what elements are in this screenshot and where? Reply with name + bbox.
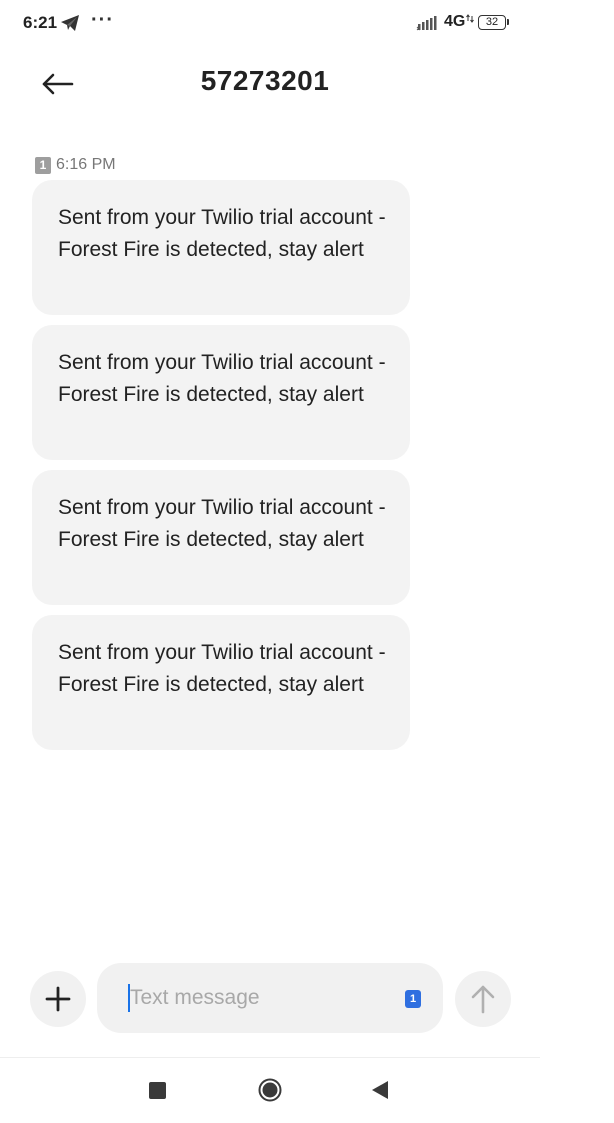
- signal-icon: [416, 16, 437, 31]
- navigation-bar: [0, 1058, 540, 1123]
- status-bar: 6:21 ··· 4G 32: [0, 0, 540, 48]
- message-bubble[interactable]: Sent from your Twilio trial account - Fo…: [32, 470, 410, 605]
- nav-back-icon[interactable]: [370, 1080, 390, 1100]
- conversation-header: 57273201: [0, 48, 540, 120]
- message-input[interactable]: [130, 981, 390, 1015]
- contact-title: 57273201: [200, 65, 330, 96]
- attach-button[interactable]: [30, 971, 86, 1027]
- message-field[interactable]: 1: [97, 963, 443, 1033]
- send-arrow-icon: [471, 985, 495, 1014]
- sim-badge: 1: [35, 156, 51, 174]
- plus-icon: [45, 986, 71, 1012]
- telegram-icon: [61, 15, 79, 31]
- recent-apps-icon[interactable]: [149, 1082, 166, 1099]
- data-activity-icon: [466, 14, 474, 23]
- compose-bar: 1: [0, 963, 540, 1035]
- message-bubble[interactable]: Sent from your Twilio trial account - Fo…: [32, 325, 410, 460]
- timestamp-text: 6:16 PM: [56, 156, 116, 173]
- status-time: 6:21: [23, 13, 58, 32]
- send-button[interactable]: [455, 971, 511, 1027]
- sim-select-button[interactable]: 1: [405, 990, 421, 1008]
- message-list: Sent from your Twilio trial account - Fo…: [32, 180, 410, 760]
- message-bubble[interactable]: Sent from your Twilio trial account - Fo…: [32, 180, 410, 315]
- more-icon: ···: [91, 9, 114, 31]
- battery-icon: 32: [478, 15, 509, 30]
- home-icon[interactable]: [258, 1078, 282, 1102]
- network-type: 4G: [444, 13, 466, 30]
- message-bubble[interactable]: Sent from your Twilio trial account - Fo…: [32, 615, 410, 750]
- message-timestamp: 1 6:16 PM: [35, 155, 116, 175]
